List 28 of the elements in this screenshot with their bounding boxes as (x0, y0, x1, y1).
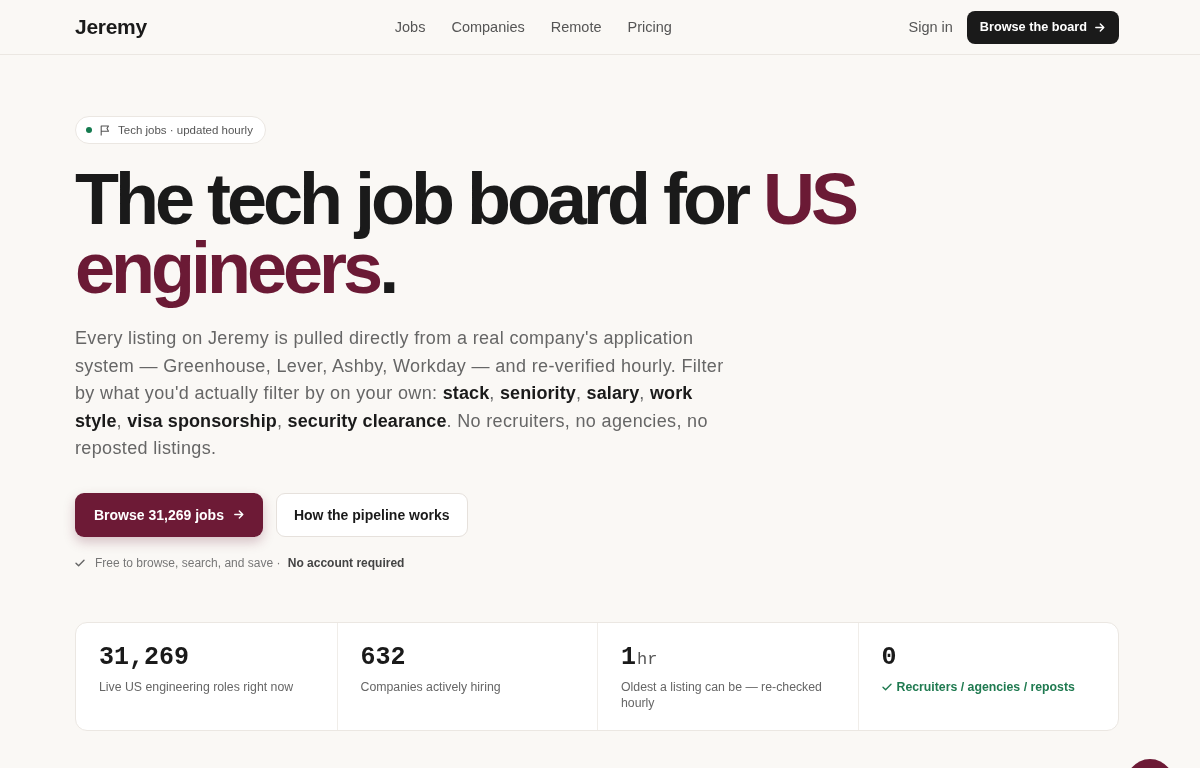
arrow-icon (1095, 22, 1105, 32)
stat-label: Live US engineering roles right now (99, 678, 294, 696)
check-icon (881, 683, 892, 692)
badge-text: Tech jobs · updated hourly (118, 124, 253, 136)
arrow-icon (233, 510, 244, 520)
status-dot-icon (86, 127, 92, 133)
note-text: Free to browse, search, and save · No account required (95, 555, 405, 570)
hero-description: Every listing on Jeremy is pulled directly from a real company's application system — Greenhouse, Lever, Ashby, Workday — and re-verified hourly. Filter by what you'd actually filter by on your own: stack, seniority, salary, work style, visa sponsorship, security clearance. No recruiters, no agencies, no reposted listings. (75, 327, 725, 461)
nav-link[interactable]: Companies (451, 19, 525, 35)
stat-value: 1 (621, 642, 636, 673)
stat-value: 0 (881, 642, 897, 673)
stat-label: Recruiters / agencies / reposts (896, 678, 1075, 696)
nav-link[interactable]: Jobs (394, 19, 426, 35)
nav-link[interactable]: Pricing (627, 19, 672, 35)
primary-button[interactable]: Browse 31,269 jobs (75, 492, 263, 537)
headline: The tech job board for US engineers. (75, 165, 857, 310)
nav-link[interactable]: Remote (550, 19, 602, 35)
stat-value: 632 (360, 642, 406, 673)
stat-value: 31,269 (99, 642, 189, 673)
logo[interactable]: Jeremy (75, 15, 147, 39)
check-icon (75, 558, 85, 567)
stat-label: Oldest a listing can be — re-checked hourly (621, 678, 823, 712)
sign-in-link[interactable]: Sign in (908, 19, 953, 35)
secondary-button[interactable]: How the pipeline works (275, 492, 468, 537)
stat-label: Companies actively hiring (360, 678, 501, 696)
stat-unit: hr (637, 649, 658, 669)
browse-board-button[interactable]: Browse the board (966, 10, 1119, 44)
flag-icon (100, 124, 110, 136)
